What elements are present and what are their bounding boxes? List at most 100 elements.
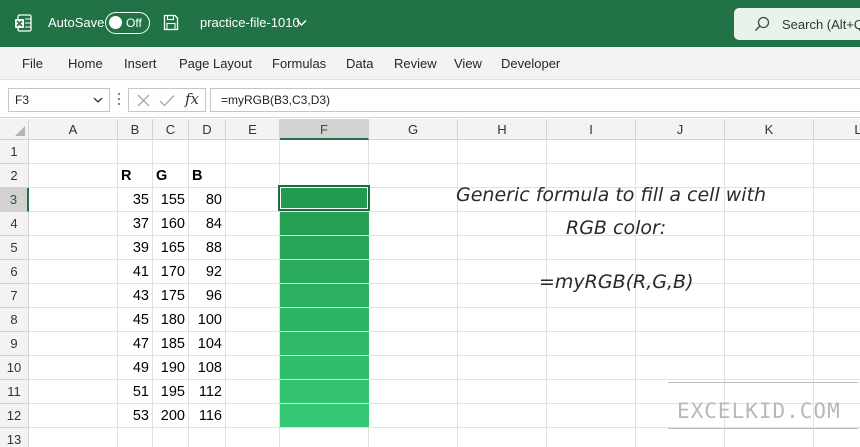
row-header-13[interactable]: 13 (0, 428, 29, 447)
row-header-7[interactable]: 7 (0, 284, 29, 308)
row-header-9[interactable]: 9 (0, 332, 29, 356)
value-cell-b[interactable]: 92 (189, 260, 226, 284)
active-cell-selection[interactable] (278, 185, 370, 211)
color-swatch-cell[interactable] (280, 284, 369, 307)
column-header-a[interactable]: A (29, 119, 118, 140)
formula-input[interactable]: =myRGB(B3,C3,D3) (210, 88, 860, 112)
row-header-1[interactable]: 1 (0, 140, 29, 164)
value-cell-r[interactable]: 39 (118, 236, 153, 260)
color-swatch-cell[interactable] (280, 380, 369, 403)
tab-review[interactable]: Review (394, 56, 437, 71)
value-cell-b[interactable]: 104 (189, 332, 226, 356)
row-header-4[interactable]: 4 (0, 212, 29, 236)
color-swatch-cell[interactable] (280, 332, 369, 355)
autosave-toggle[interactable]: Off (105, 12, 150, 34)
column-header-g[interactable]: G (369, 119, 458, 140)
autosave-state: Off (126, 16, 142, 30)
color-swatch-cell[interactable] (280, 356, 369, 379)
value-cell-g[interactable]: 155 (153, 188, 189, 212)
value-cell-g[interactable]: 200 (153, 404, 189, 428)
row-header-2[interactable]: 2 (0, 164, 29, 188)
color-swatch-cell[interactable] (280, 260, 369, 283)
row-header-3[interactable]: 3 (0, 188, 29, 212)
value-cell-r[interactable]: 51 (118, 380, 153, 404)
search-placeholder: Search (Alt+Q) (782, 17, 860, 32)
value-cell-b[interactable]: 84 (189, 212, 226, 236)
file-name[interactable]: practice-file-1010 (200, 15, 300, 30)
column-header-j[interactable]: J (636, 119, 725, 140)
color-swatch-cell[interactable] (280, 404, 369, 427)
formula-bar: F3 fx =myRGB(B3,C3,D3) (0, 80, 860, 118)
value-cell-r[interactable]: 53 (118, 404, 153, 428)
row-header-8[interactable]: 8 (0, 308, 29, 332)
tab-developer[interactable]: Developer (501, 56, 560, 71)
row-header-11[interactable]: 11 (0, 380, 29, 404)
column-header-c[interactable]: C (153, 119, 189, 140)
tab-formulas[interactable]: Formulas (272, 56, 326, 71)
tab-insert[interactable]: Insert (124, 56, 157, 71)
column-header-e[interactable]: E (226, 119, 280, 140)
column-header-k[interactable]: K (725, 119, 814, 140)
name-box[interactable]: F3 (8, 88, 110, 112)
value-cell-b[interactable]: 108 (189, 356, 226, 380)
note-line-1: Generic formula to fill a cell with (456, 184, 767, 206)
column-header-l[interactable]: L (814, 119, 860, 140)
ribbon-tabs: File Home Insert Page Layout Formulas Da… (0, 47, 860, 80)
row-header-5[interactable]: 5 (0, 236, 29, 260)
cancel-icon[interactable] (137, 94, 150, 107)
value-cell-r[interactable]: 45 (118, 308, 153, 332)
insert-function-button[interactable]: fx (185, 90, 199, 108)
row-header-6[interactable]: 6 (0, 260, 29, 284)
name-box-value: F3 (15, 93, 30, 107)
value-cell-r[interactable]: 47 (118, 332, 153, 356)
header-cell-g[interactable]: G (153, 164, 189, 188)
value-cell-r[interactable]: 41 (118, 260, 153, 284)
value-cell-r[interactable]: 43 (118, 284, 153, 308)
note-line-2: RGB color: (566, 217, 667, 239)
value-cell-g[interactable]: 190 (153, 356, 189, 380)
column-header-d[interactable]: D (189, 119, 226, 140)
watermark-text: EXCELKID.COM (677, 399, 841, 423)
color-swatch-cell[interactable] (280, 308, 369, 331)
value-cell-b[interactable]: 100 (189, 308, 226, 332)
header-cell-b[interactable]: B (189, 164, 226, 188)
formula-controls: fx (128, 88, 206, 112)
value-cell-b[interactable]: 80 (189, 188, 226, 212)
color-swatch-cell[interactable] (280, 212, 369, 235)
tab-home[interactable]: Home (68, 56, 103, 71)
worksheet-grid[interactable]: A B C D E F G H I J K L 1 2 3 4 5 6 7 8 9 10 11 12 13 R G B 35 155 80 3… (0, 119, 860, 447)
column-header-i[interactable]: I (547, 119, 636, 140)
color-swatch-cell[interactable] (280, 236, 369, 259)
value-cell-r[interactable]: 37 (118, 212, 153, 236)
tab-file[interactable]: File (22, 56, 43, 71)
search-box[interactable]: Search (Alt+Q) (734, 8, 860, 40)
value-cell-b[interactable]: 112 (189, 380, 226, 404)
chevron-down-icon[interactable] (93, 96, 103, 104)
column-header-b[interactable]: B (118, 119, 153, 140)
more-options-icon[interactable] (117, 92, 121, 106)
row-header-10[interactable]: 10 (0, 356, 29, 380)
value-cell-g[interactable]: 175 (153, 284, 189, 308)
value-cell-r[interactable]: 49 (118, 356, 153, 380)
header-cell-r[interactable]: R (118, 164, 153, 188)
enter-check-icon[interactable] (159, 94, 175, 107)
value-cell-g[interactable]: 185 (153, 332, 189, 356)
value-cell-b[interactable]: 116 (189, 404, 226, 428)
value-cell-r[interactable]: 35 (118, 188, 153, 212)
value-cell-g[interactable]: 160 (153, 212, 189, 236)
select-all-button[interactable] (0, 119, 29, 140)
value-cell-g[interactable]: 195 (153, 380, 189, 404)
value-cell-b[interactable]: 88 (189, 236, 226, 260)
row-header-12[interactable]: 12 (0, 404, 29, 428)
value-cell-g[interactable]: 165 (153, 236, 189, 260)
tab-view[interactable]: View (454, 56, 482, 71)
value-cell-g[interactable]: 180 (153, 308, 189, 332)
chevron-down-icon[interactable] (296, 17, 307, 28)
save-icon[interactable] (163, 14, 179, 31)
column-header-h[interactable]: H (458, 119, 547, 140)
column-header-f[interactable]: F (280, 119, 369, 140)
tab-data[interactable]: Data (346, 56, 373, 71)
value-cell-g[interactable]: 170 (153, 260, 189, 284)
value-cell-b[interactable]: 96 (189, 284, 226, 308)
tab-page-layout[interactable]: Page Layout (179, 56, 252, 71)
